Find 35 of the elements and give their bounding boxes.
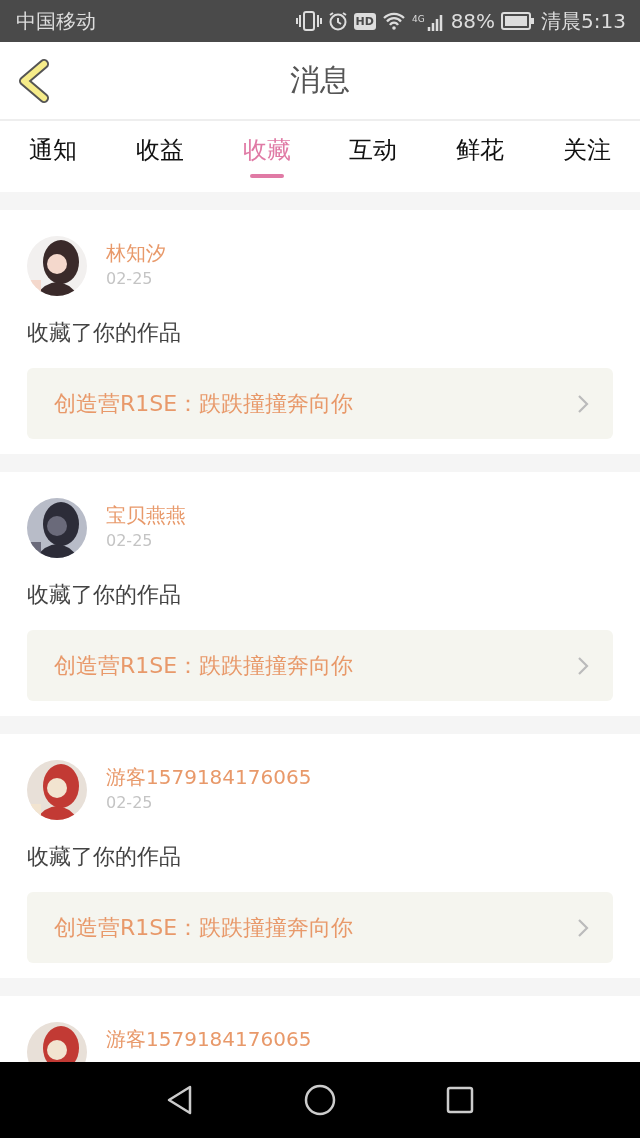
work-link[interactable]: 创造营R1SE：跌跌撞撞奔向你 [27,368,613,439]
message-date: 02-25 [106,269,154,288]
tab[interactable]: 通知 [0,121,107,192]
message-text: 收藏了你的作品 [27,319,182,347]
tab[interactable]: 收益 [106,121,214,192]
user-name[interactable]: 游客1579184176065 [106,1027,312,1051]
message-date: 02-25 [106,531,154,550]
tab[interactable]: 关注 [533,121,640,192]
user-name[interactable]: 游客1579184176065 [106,765,312,789]
back-nav-button[interactable] [166,1084,194,1116]
carrier-name: 中国移动 [16,7,96,35]
recents-nav-button[interactable] [446,1086,474,1114]
hd-badge: HD [353,12,376,30]
chevron-right-icon [577,655,589,676]
chevron-right-icon [577,393,589,414]
message-text: 收藏了你的作品 [27,843,182,871]
battery-icon [501,12,536,30]
tab[interactable]: 互动 [320,121,427,192]
tab[interactable]: 收藏 [213,121,320,192]
work-link[interactable]: 创造营R1SE：跌跌撞撞奔向你 [27,630,613,701]
alarm-icon [327,11,348,31]
battery-percent: 88% [450,9,496,33]
chevron-right-icon [577,917,589,938]
network-type: 4G [411,13,425,24]
user-name[interactable]: 宝贝燕燕 [106,503,186,527]
message-text: 收藏了你的作品 [27,581,182,609]
home-nav-button[interactable] [304,1084,336,1116]
message-date: 02-25 [106,793,154,812]
wifi-icon [381,12,406,30]
page-title: 消息 [290,61,350,99]
clock-time: 清晨5:13 [541,7,626,35]
vibrate-icon [295,10,322,32]
user-name[interactable]: 林知汐 [106,241,166,265]
work-link[interactable]: 创造营R1SE：跌跌撞撞奔向你 [27,892,613,963]
tab[interactable]: 鲜花 [426,121,534,192]
